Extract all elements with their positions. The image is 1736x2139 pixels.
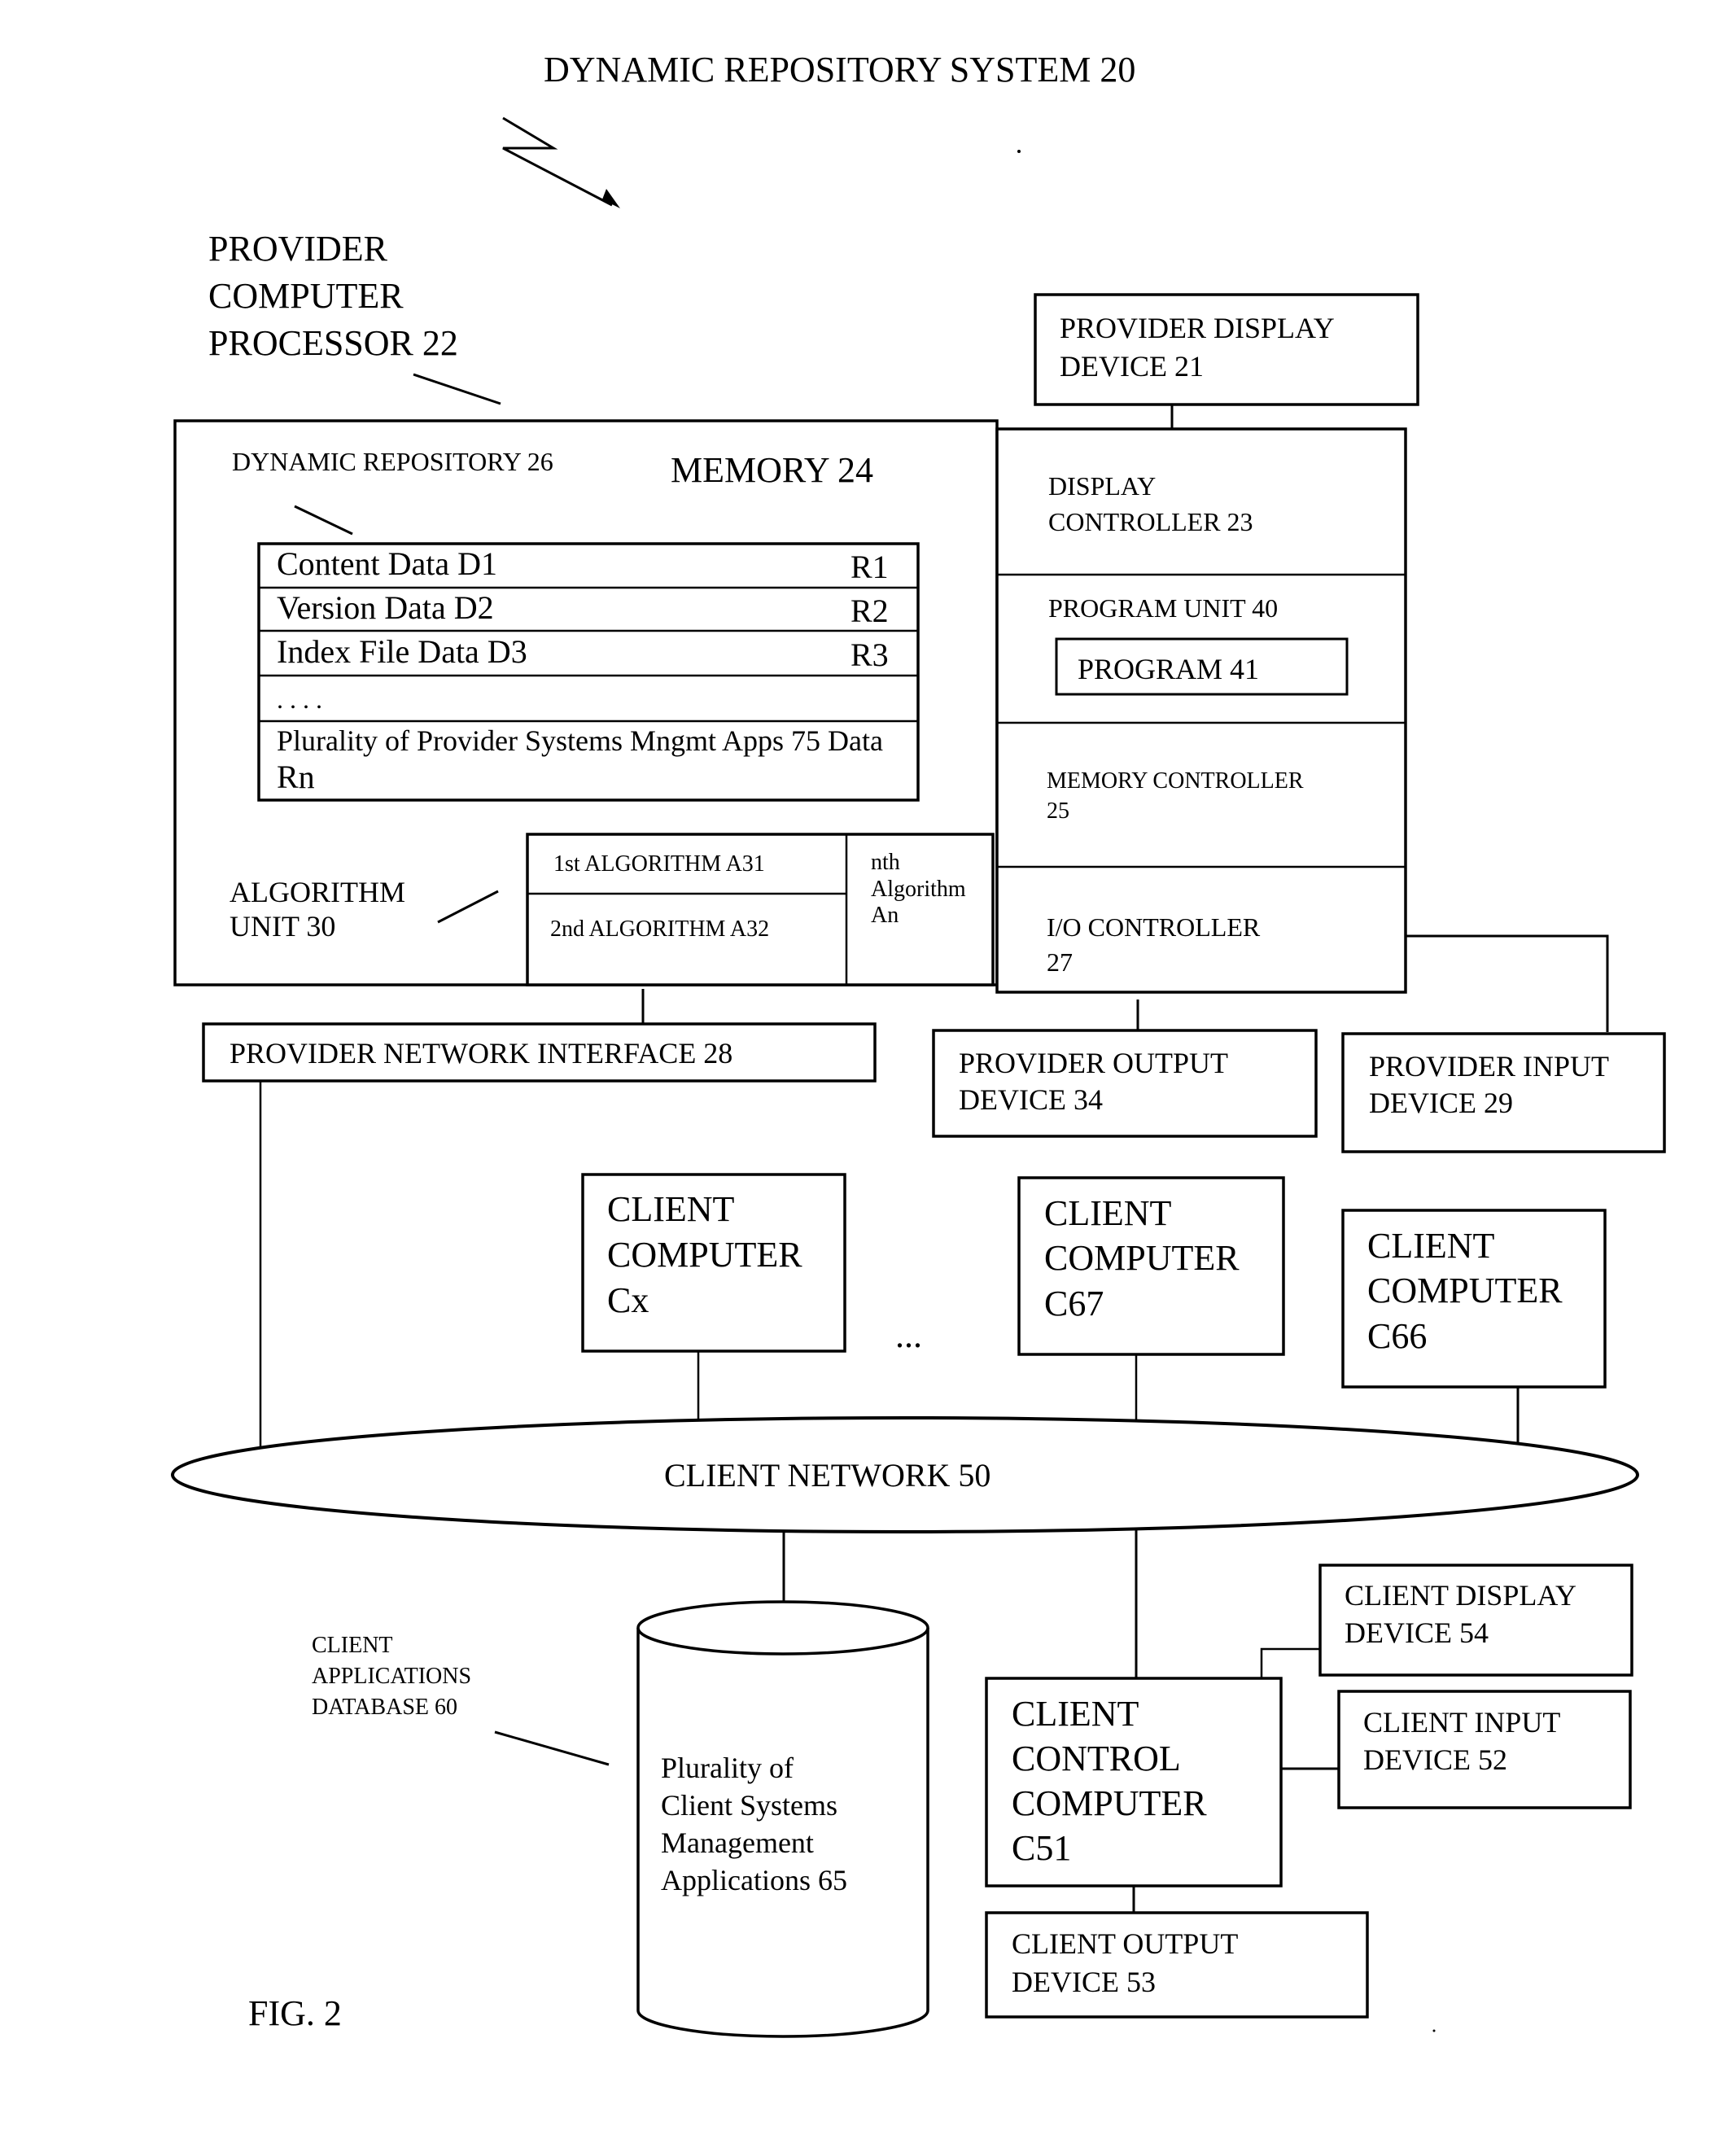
svg-text:CLIENT: CLIENT (312, 1633, 393, 1658)
svg-text:Plurality of: Plurality of (661, 1752, 794, 1784)
figure-title: DYNAMIC REPOSITORY SYSTEM 20 (544, 50, 1135, 90)
svg-text:COMPUTER: COMPUTER (1044, 1238, 1240, 1278)
lightning-arrow-icon (502, 116, 620, 208)
svg-text:I/O CONTROLLER: I/O CONTROLLER (1047, 912, 1261, 942)
svg-text:PROVIDER: PROVIDER (208, 229, 388, 269)
client-network[interactable]: CLIENT NETWORK 50 (171, 1416, 1639, 1533)
svg-text:CONTROL: CONTROL (1012, 1739, 1181, 1778)
svg-text:PROVIDER DISPLAY: PROVIDER DISPLAY (1060, 312, 1335, 344)
svg-text:PROVIDER INPUT: PROVIDER INPUT (1369, 1050, 1609, 1083)
svg-text:DEVICE 54: DEVICE 54 (1345, 1616, 1489, 1649)
svg-text:. . . .: . . . . (277, 685, 322, 714)
svg-text:R2: R2 (851, 593, 889, 629)
display-54-connector (1260, 1647, 1320, 1678)
svg-text:1st ALGORITHM A31: 1st ALGORITHM A31 (553, 851, 765, 877)
svg-text:C67: C67 (1044, 1284, 1104, 1323)
svg-text:An: An (871, 903, 899, 928)
svg-text:APPLICATIONS: APPLICATIONS (312, 1664, 471, 1689)
svg-text:ALGORITHM: ALGORITHM (230, 876, 405, 908)
svg-text:UNIT 30: UNIT 30 (230, 910, 335, 943)
input-device-connector (1406, 934, 1609, 1032)
svg-text:COMPUTER: COMPUTER (1367, 1271, 1563, 1310)
client-computer-cx[interactable]: CLIENT COMPUTER Cx (581, 1173, 846, 1353)
processor-leader-line (413, 373, 501, 405)
provider-input-device-box[interactable]: PROVIDER INPUT DEVICE 29 (1341, 1032, 1666, 1153)
svg-text:Version Data D2: Version Data D2 (277, 589, 494, 626)
svg-text:DATABASE 60: DATABASE 60 (312, 1695, 457, 1720)
scan-speck (1432, 2029, 1436, 2032)
algorithm-a31[interactable]: 1st ALGORITHM A31 (553, 851, 765, 877)
svg-text:Management: Management (661, 1826, 814, 1859)
client-computer-c66[interactable]: CLIENT COMPUTER C66 (1341, 1209, 1607, 1389)
svg-text:27: 27 (1047, 947, 1073, 977)
svg-text:CLIENT OUTPUT: CLIENT OUTPUT (1012, 1927, 1238, 1960)
svg-text:Applications 65: Applications 65 (661, 1864, 847, 1896)
provider-output-device-box[interactable]: PROVIDER OUTPUT DEVICE 34 (932, 1029, 1318, 1138)
svg-text:Index File Data D3: Index File Data D3 (277, 633, 527, 670)
svg-text:C51: C51 (1012, 1828, 1071, 1868)
svg-text:PROVIDER NETWORK INTERFACE 28: PROVIDER NETWORK INTERFACE 28 (230, 1037, 732, 1070)
client-computer-c67[interactable]: CLIENT COMPUTER C67 (1017, 1176, 1285, 1356)
svg-text:DEVICE 29: DEVICE 29 (1369, 1087, 1513, 1119)
client-applications-database[interactable]: Plurality of Client Systems Management A… (636, 1600, 929, 2038)
dynamic-repository-label: DYNAMIC REPOSITORY 26 (232, 447, 553, 476)
svg-text:DEVICE 21: DEVICE 21 (1060, 350, 1204, 383)
svg-text:25: 25 (1047, 798, 1069, 824)
svg-text:DISPLAY: DISPLAY (1048, 471, 1156, 501)
provider-processor-label: PROVIDER COMPUTER PROCESSOR 22 (208, 229, 458, 363)
svg-text:Content Data D1: Content Data D1 (277, 545, 497, 582)
svg-text:COMPUTER: COMPUTER (607, 1235, 802, 1275)
algorithm-unit-box: 1st ALGORITHM A31 2nd ALGORITHM A32 nth … (526, 833, 995, 986)
svg-text:PROCESSOR 22: PROCESSOR 22 (208, 323, 458, 363)
svg-text:COMPUTER: COMPUTER (208, 276, 404, 316)
client-control-computer-c51[interactable]: CLIENT CONTROL COMPUTER C51 (985, 1677, 1283, 1887)
svg-text:MEMORY CONTROLLER: MEMORY CONTROLLER (1047, 768, 1304, 794)
svg-text:DEVICE 34: DEVICE 34 (959, 1083, 1103, 1116)
svg-text:CLIENT: CLIENT (1044, 1193, 1172, 1233)
svg-text:C66: C66 (1367, 1316, 1427, 1356)
client-input-device-box[interactable]: CLIENT INPUT DEVICE 52 (1337, 1690, 1632, 1809)
svg-text:CLIENT: CLIENT (1012, 1694, 1139, 1734)
svg-text:Algorithm: Algorithm (871, 877, 966, 902)
svg-text:Rn: Rn (277, 759, 315, 795)
system-diagram: DYNAMIC REPOSITORY SYSTEM 20 PROVIDER CO… (171, 50, 1666, 2038)
svg-text:CLIENT NETWORK 50: CLIENT NETWORK 50 (664, 1457, 990, 1494)
repository-row[interactable]: . . . . (277, 685, 322, 714)
svg-text:COMPUTER: COMPUTER (1012, 1783, 1207, 1823)
svg-text:DEVICE 52: DEVICE 52 (1363, 1743, 1507, 1776)
svg-text:nth: nth (871, 850, 900, 875)
svg-text:PROGRAM UNIT 40: PROGRAM UNIT 40 (1048, 593, 1278, 623)
svg-text:CLIENT: CLIENT (607, 1189, 735, 1229)
svg-text:PROVIDER OUTPUT: PROVIDER OUTPUT (959, 1047, 1228, 1079)
memory-title: MEMORY 24 (671, 450, 873, 490)
provider-display-device-box[interactable]: PROVIDER DISPLAY DEVICE 21 (1034, 293, 1419, 406)
repository-table: Content Data D1 R1 Version Data D2 R2 In… (257, 542, 920, 802)
svg-text:Client Systems: Client Systems (661, 1789, 837, 1822)
svg-text:CLIENT: CLIENT (1367, 1226, 1495, 1266)
svg-text:R3: R3 (851, 636, 889, 673)
figure-caption: FIG. 2 (248, 1993, 342, 2033)
svg-text:CLIENT INPUT: CLIENT INPUT (1363, 1706, 1560, 1739)
client-applications-database-label: CLIENT APPLICATIONS DATABASE 60 (312, 1633, 471, 1720)
provider-network-interface-box[interactable]: PROVIDER NETWORK INTERFACE 28 (202, 1022, 877, 1083)
program-41: PROGRAM 41 (1078, 653, 1259, 685)
client-display-device-box[interactable]: CLIENT DISPLAY DEVICE 54 (1318, 1564, 1633, 1677)
svg-text:2nd ALGORITHM A32: 2nd ALGORITHM A32 (550, 916, 769, 942)
svg-text:CONTROLLER 23: CONTROLLER 23 (1048, 507, 1253, 536)
algorithm-a32[interactable]: 2nd ALGORITHM A32 (550, 916, 769, 942)
database-leader-line (494, 1730, 610, 1766)
svg-text:CLIENT DISPLAY: CLIENT DISPLAY (1345, 1579, 1576, 1612)
scan-speck (1017, 150, 1021, 153)
client-ellipsis: ... (895, 1315, 922, 1355)
svg-text:Cx: Cx (607, 1280, 649, 1320)
svg-text:DEVICE 53: DEVICE 53 (1012, 1966, 1156, 1998)
controllers-column: DISPLAY CONTROLLER 23 PROGRAM UNIT 40 PR… (995, 427, 1407, 994)
svg-text:R1: R1 (851, 549, 889, 585)
client-output-device-box[interactable]: CLIENT OUTPUT DEVICE 53 (985, 1911, 1369, 2019)
svg-text:Plurality of Provider Systems: Plurality of Provider Systems Mngmt Apps… (277, 724, 883, 757)
